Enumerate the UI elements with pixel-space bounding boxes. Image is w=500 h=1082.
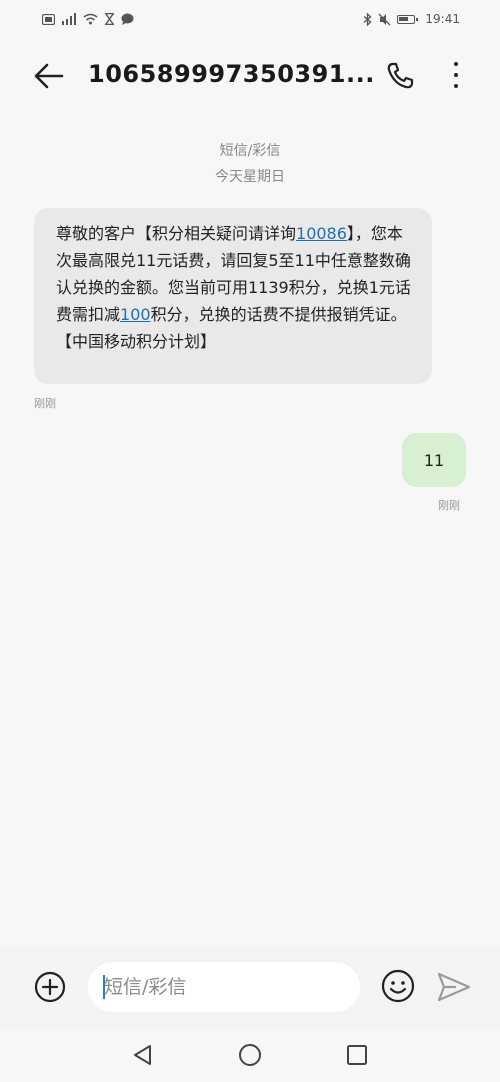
sms-conversation-screen: 19:41 106589997350391... 短信/彩信 今天星期日 尊敬的… (0, 0, 500, 1082)
chat-icon (121, 13, 134, 25)
phone-link[interactable]: 10086 (296, 224, 347, 243)
outgoing-message-bubble[interactable]: 11 (402, 433, 466, 487)
more-options-button[interactable] (446, 58, 466, 92)
nav-back-button[interactable] (130, 1042, 156, 1068)
system-navigation-bar (0, 1028, 500, 1082)
more-dot (454, 84, 458, 88)
signal-icon (62, 13, 76, 25)
smiley-icon (381, 969, 415, 1003)
call-button[interactable] (384, 60, 416, 92)
status-right-icons: 19:41 (363, 12, 460, 26)
circle-home-icon (239, 1044, 261, 1066)
message-input[interactable] (88, 962, 360, 1012)
add-attachment-button[interactable] (33, 970, 67, 1004)
incoming-message-time: 刚刚 (34, 397, 56, 410)
outgoing-message-time: 刚刚 (438, 499, 460, 512)
back-button[interactable] (32, 59, 66, 93)
mute-icon (378, 13, 391, 25)
message-type-label: 短信/彩信 (219, 143, 281, 159)
arrow-left-icon (34, 63, 64, 89)
sim-icon (42, 13, 55, 25)
date-label: 今天星期日 (215, 169, 285, 185)
plus-circle-icon (34, 971, 66, 1003)
send-button[interactable] (436, 970, 472, 1004)
bluetooth-icon (363, 12, 372, 26)
hourglass-icon (105, 13, 114, 25)
message-text: 尊敬的客户【积分相关疑问请详询 (56, 224, 297, 243)
status-bar: 19:41 (0, 0, 500, 38)
square-recents-icon (347, 1045, 367, 1065)
title-bar: 106589997350391... (0, 42, 500, 108)
text-cursor (103, 975, 105, 999)
number-link[interactable]: 100 (120, 305, 151, 324)
message-text: 11 (423, 450, 445, 470)
nav-recents-button[interactable] (344, 1042, 370, 1068)
status-left-icons (42, 13, 134, 25)
status-time: 19:41 (425, 12, 460, 26)
phone-icon (387, 62, 414, 89)
compose-bar (0, 948, 500, 1028)
more-dot (454, 73, 458, 77)
more-dots-icon (454, 62, 458, 66)
send-icon (437, 972, 471, 1002)
emoji-button[interactable] (380, 968, 416, 1004)
conversation-title: 106589997350391... (88, 60, 375, 88)
battery-icon (397, 14, 419, 24)
triangle-back-icon (134, 1045, 151, 1065)
incoming-message-bubble[interactable]: 尊敬的客户【积分相关疑问请详询10086】，您本次最高限兑11元话费，请回复5至… (34, 208, 432, 384)
wifi-icon (83, 13, 98, 25)
nav-home-button[interactable] (237, 1042, 263, 1068)
